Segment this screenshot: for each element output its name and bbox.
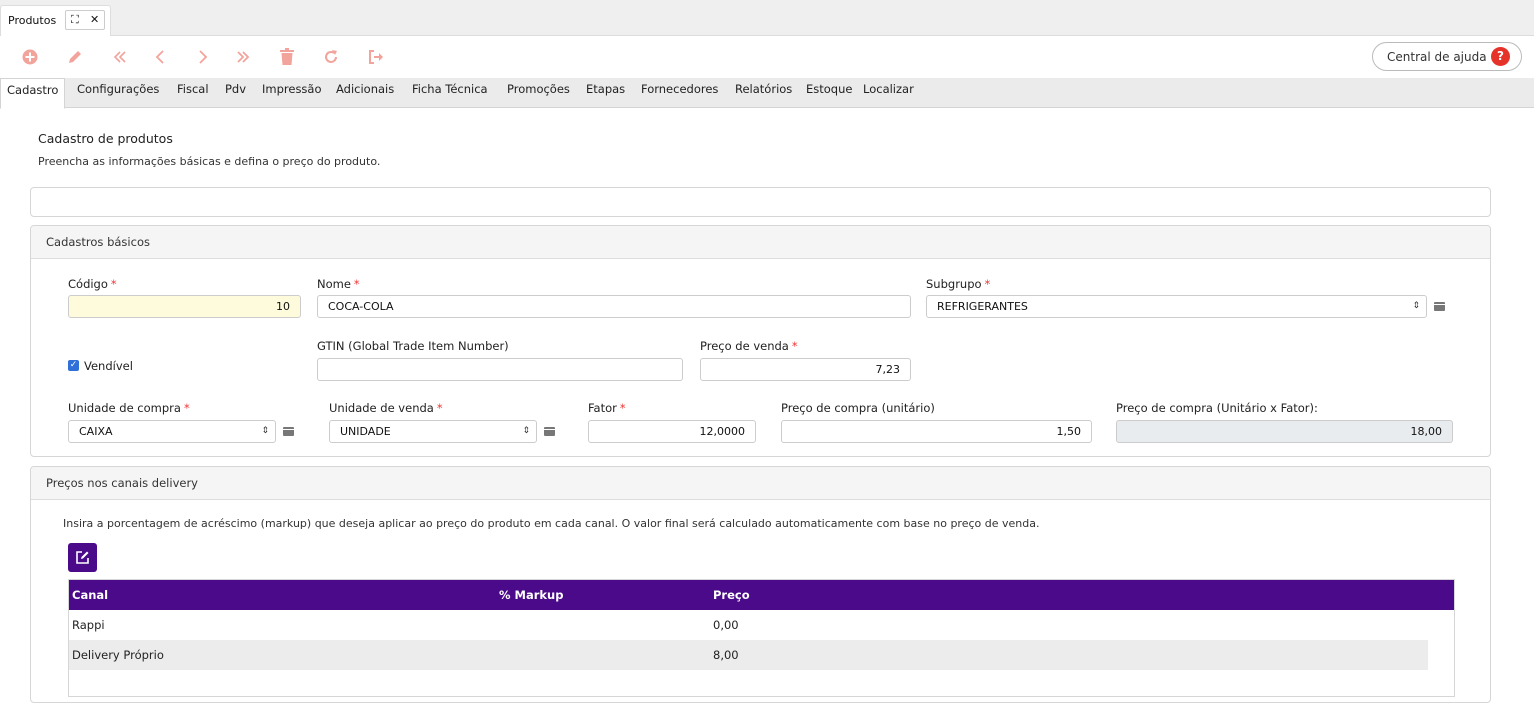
vendivel-label: Vendível: [84, 359, 133, 373]
add-icon[interactable]: [17, 44, 43, 70]
delivery-panel-title: Preços nos canais delivery: [46, 476, 198, 490]
tab-impressao[interactable]: Impressão: [262, 78, 322, 108]
expand-icon[interactable]: ⛶: [71, 13, 79, 27]
document-tab-produtos[interactable]: Produtos ⛶ ✕: [0, 5, 111, 36]
unidade-compra-select[interactable]: CAIXA ⇕: [68, 420, 276, 443]
unidade-compra-label: Unidade de compra *: [68, 401, 190, 415]
row-preco: 8,00: [713, 648, 739, 662]
delivery-panel-header: Preços nos canais delivery: [31, 467, 1490, 500]
preco-compra-label: Preço de compra (unitário): [781, 401, 935, 415]
last-icon[interactable]: [230, 44, 256, 70]
codigo-label: Código *: [68, 277, 117, 291]
register-unidade-compra-icon[interactable]: [283, 427, 294, 436]
select-arrows-icon: ⇕: [522, 426, 530, 436]
refresh-icon[interactable]: [318, 44, 344, 70]
register-subgrupo-icon[interactable]: [1434, 302, 1445, 311]
tab-configuracoes[interactable]: Configurações: [77, 78, 159, 108]
next-icon[interactable]: [189, 44, 215, 70]
table-header: Canal % Markup Preço: [69, 580, 1454, 610]
unidade-venda-label: Unidade de venda *: [329, 401, 443, 415]
select-arrows-icon: ⇕: [261, 426, 269, 436]
section-tabs: Cadastro Configurações Fiscal Pdv Impres…: [0, 78, 1534, 109]
tab-promocoes[interactable]: Promoções: [507, 78, 570, 108]
help-center-button[interactable]: Central de ajuda ?: [1372, 42, 1522, 71]
tab-etapas[interactable]: Etapas: [586, 78, 625, 108]
subgrupo-label: Subgrupo *: [926, 277, 991, 291]
row-canal: Rappi: [72, 618, 105, 632]
page-title: Cadastro de produtos: [38, 131, 173, 146]
preco-venda-label: Preço de venda *: [700, 339, 798, 353]
document-tab-strip: Produtos ⛶ ✕: [0, 0, 1534, 36]
close-icon[interactable]: ✕: [90, 13, 99, 27]
help-center-label: Central de ajuda: [1387, 50, 1487, 64]
tab-cadastro[interactable]: Cadastro: [0, 78, 66, 109]
tab-adicionais[interactable]: Adicionais: [336, 78, 394, 108]
tab-fiscal[interactable]: Fiscal: [177, 78, 209, 108]
question-icon: ?: [1491, 47, 1510, 66]
edit-square-icon: [76, 551, 89, 564]
basic-panel-title: Cadastros básicos: [46, 235, 150, 249]
codigo-input[interactable]: 10: [68, 295, 301, 318]
document-tab-title: Produtos: [8, 14, 57, 27]
tab-relatorios[interactable]: Relatórios: [735, 78, 792, 108]
toolbar: Central de ajuda ?: [0, 36, 1534, 78]
tab-fornecedores[interactable]: Fornecedores: [641, 78, 718, 108]
fator-label: Fator *: [588, 401, 626, 415]
unidade-compra-selected-value: CAIXA: [79, 425, 113, 438]
column-header-markup[interactable]: % Markup: [499, 588, 563, 602]
nome-input[interactable]: COCA-COLA: [317, 295, 911, 318]
previous-icon[interactable]: [148, 44, 174, 70]
table-row[interactable]: Delivery Próprio 8,00: [69, 640, 1428, 670]
nome-label: Nome *: [317, 277, 360, 291]
basic-panel-header: Cadastros básicos: [31, 226, 1490, 259]
row-preco: 0,00: [713, 618, 739, 632]
row-canal: Delivery Próprio: [72, 648, 164, 662]
delete-icon[interactable]: [274, 44, 300, 70]
delivery-channels-table: Canal % Markup Preço Rappi 0,00 Delivery…: [68, 579, 1455, 697]
fator-input[interactable]: 12,0000: [588, 420, 756, 443]
first-icon[interactable]: [107, 44, 133, 70]
edit-icon[interactable]: [62, 44, 88, 70]
empty-info-box: [30, 187, 1491, 217]
tab-pdv[interactable]: Pdv: [225, 78, 246, 108]
exit-icon[interactable]: [363, 44, 389, 70]
unidade-venda-selected-value: UNIDADE: [340, 425, 391, 438]
preco-compra-total-field: 18,00: [1116, 420, 1453, 443]
gtin-label: GTIN (Global Trade Item Number): [317, 339, 509, 353]
preco-venda-input[interactable]: 7,23: [700, 358, 911, 381]
unidade-venda-select[interactable]: UNIDADE ⇕: [329, 420, 537, 443]
column-header-preco[interactable]: Preço: [713, 588, 750, 602]
table-row[interactable]: Rappi 0,00: [69, 610, 1428, 640]
preco-compra-total-label: Preço de compra (Unitário x Fator):: [1116, 401, 1318, 415]
document-tab-controls: ⛶ ✕: [65, 10, 105, 30]
tab-estoque[interactable]: Estoque: [806, 78, 852, 108]
select-arrows-icon: ⇕: [1412, 301, 1420, 311]
preco-compra-input[interactable]: 1,50: [781, 420, 1092, 443]
tab-ficha-tecnica[interactable]: Ficha Técnica: [412, 78, 488, 108]
subgrupo-selected-value: REFRIGERANTES: [937, 300, 1028, 313]
page-subtitle: Preencha as informações básicas e defina…: [38, 155, 381, 168]
subgrupo-select[interactable]: REFRIGERANTES ⇕: [926, 295, 1427, 318]
delivery-description: Insira a porcentagem de acréscimo (marku…: [63, 517, 1040, 530]
register-unidade-venda-icon[interactable]: [544, 427, 555, 436]
vendivel-checkbox[interactable]: ✓: [68, 360, 79, 371]
edit-markup-button[interactable]: [68, 543, 97, 572]
tab-localizar[interactable]: Localizar: [863, 78, 914, 108]
column-header-canal[interactable]: Canal: [72, 588, 108, 602]
gtin-input[interactable]: [317, 358, 683, 381]
